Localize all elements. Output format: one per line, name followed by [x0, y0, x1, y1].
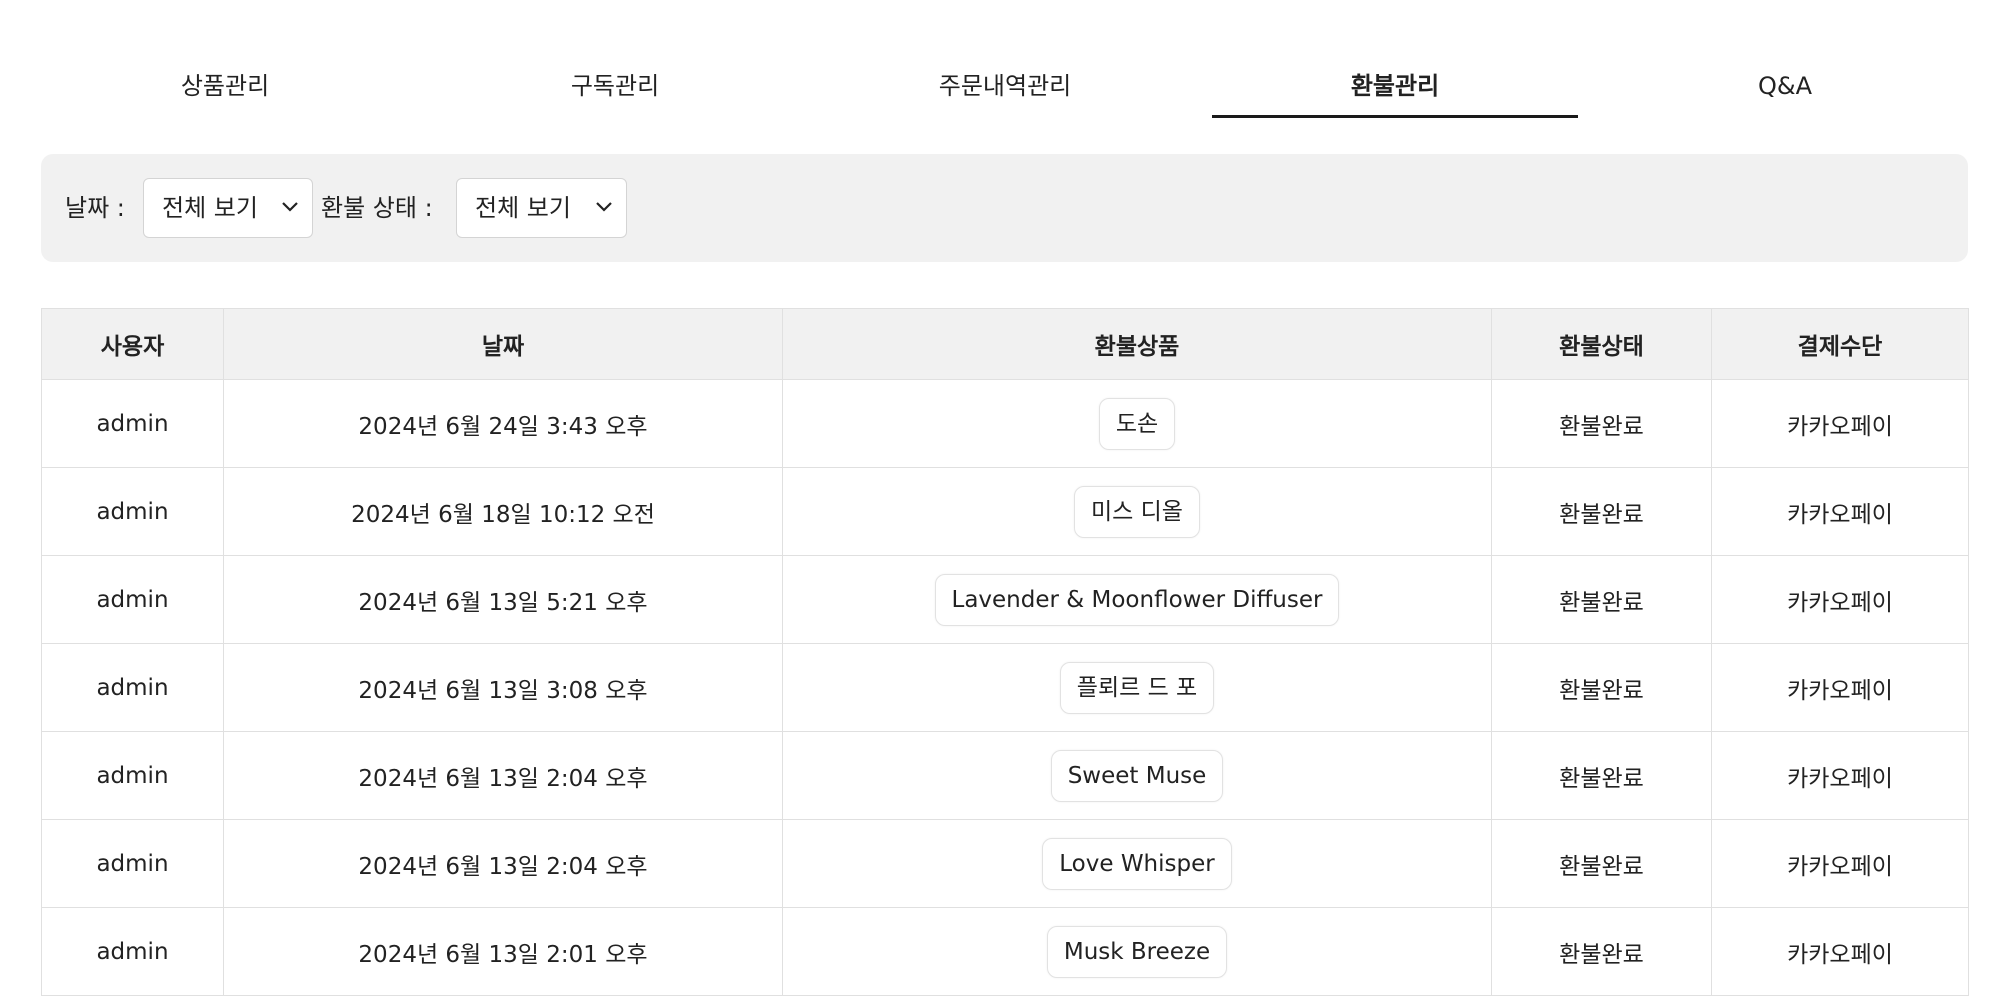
cell-product: Musk Breeze [782, 907, 1492, 996]
admin-tab-bar: 상품관리 구독관리 주문내역관리 환불관리 Q&A [0, 0, 2000, 118]
cell-user: admin [41, 379, 224, 468]
cell-status: 환불완료 [1491, 731, 1712, 820]
cell-date: 2024년 6월 13일 5:21 오후 [223, 555, 783, 644]
cell-payment: 카카오페이 [1711, 731, 1969, 820]
tab-subscription-management[interactable]: 구독관리 [485, 62, 745, 118]
refund-status-filter-value: 전체 보기 [475, 194, 571, 222]
cell-status: 환불완료 [1491, 643, 1712, 732]
date-filter-value: 전체 보기 [162, 194, 258, 222]
cell-product: Sweet Muse [782, 731, 1492, 820]
column-header-refund-product: 환불상품 [782, 308, 1492, 380]
table-row: admin 2024년 6월 13일 5:21 오후 Lavender & Mo… [41, 555, 1969, 644]
column-header-payment-method: 결제수단 [1711, 308, 1969, 380]
cell-date: 2024년 6월 24일 3:43 오후 [223, 379, 783, 468]
cell-payment: 카카오페이 [1711, 467, 1969, 556]
cell-product: Love Whisper [782, 819, 1492, 908]
table-row: admin 2024년 6월 13일 3:08 오후 플뢰르 드 포 환불완료 … [41, 643, 1969, 732]
product-chip[interactable]: 플뢰르 드 포 [1059, 661, 1215, 714]
cell-user: admin [41, 467, 224, 556]
cell-payment: 카카오페이 [1711, 907, 1969, 996]
cell-payment: 카카오페이 [1711, 643, 1969, 732]
product-chip[interactable]: Sweet Muse [1050, 749, 1224, 802]
product-chip[interactable]: Musk Breeze [1046, 925, 1228, 978]
product-chip[interactable]: Love Whisper [1042, 837, 1232, 890]
cell-user: admin [41, 643, 224, 732]
cell-payment: 카카오페이 [1711, 379, 1969, 468]
cell-user: admin [41, 731, 224, 820]
cell-payment: 카카오페이 [1711, 819, 1969, 908]
date-filter-select[interactable]: 전체 보기 [143, 178, 313, 238]
tab-order-management[interactable]: 주문내역관리 [875, 62, 1135, 118]
cell-product: Lavender & Moonflower Diffuser [782, 555, 1492, 644]
cell-date: 2024년 6월 13일 2:04 오후 [223, 731, 783, 820]
product-chip[interactable]: 미스 디올 [1074, 485, 1200, 538]
refund-status-filter-select[interactable]: 전체 보기 [456, 178, 627, 238]
cell-status: 환불완료 [1491, 819, 1712, 908]
cell-status: 환불완료 [1491, 379, 1712, 468]
product-chip[interactable]: 도손 [1098, 397, 1176, 450]
cell-status: 환불완료 [1491, 467, 1712, 556]
cell-date: 2024년 6월 13일 2:04 오후 [223, 819, 783, 908]
refund-table: 사용자 날짜 환불상품 환불상태 결제수단 admin 2024년 6월 24일… [41, 308, 1969, 996]
cell-date: 2024년 6월 13일 2:01 오후 [223, 907, 783, 996]
cell-payment: 카카오페이 [1711, 555, 1969, 644]
cell-date: 2024년 6월 13일 3:08 오후 [223, 643, 783, 732]
refund-status-filter-label: 환불 상태 : [321, 194, 433, 222]
cell-user: admin [41, 907, 224, 996]
tab-qna[interactable]: Q&A [1655, 62, 1915, 118]
filter-bar: 날짜 : 전체 보기 환불 상태 : 전체 보기 [41, 154, 1968, 262]
table-row: admin 2024년 6월 18일 10:12 오전 미스 디올 환불완료 카… [41, 467, 1969, 556]
date-filter-label: 날짜 : [65, 194, 125, 222]
column-header-user: 사용자 [41, 308, 224, 380]
chevron-down-icon [596, 202, 612, 212]
column-header-refund-status: 환불상태 [1491, 308, 1712, 380]
refund-table-container: 사용자 날짜 환불상품 환불상태 결제수단 admin 2024년 6월 24일… [41, 308, 1969, 996]
table-header-row: 사용자 날짜 환불상품 환불상태 결제수단 [41, 308, 1969, 380]
table-row: admin 2024년 6월 13일 2:04 오후 Sweet Muse 환불… [41, 731, 1969, 820]
cell-product: 도손 [782, 379, 1492, 468]
cell-user: admin [41, 819, 224, 908]
table-row: admin 2024년 6월 13일 2:01 오후 Musk Breeze 환… [41, 907, 1969, 996]
table-row: admin 2024년 6월 13일 2:04 오후 Love Whisper … [41, 819, 1969, 908]
column-header-date: 날짜 [223, 308, 783, 380]
cell-status: 환불완료 [1491, 907, 1712, 996]
product-chip[interactable]: Lavender & Moonflower Diffuser [934, 573, 1340, 626]
table-row: admin 2024년 6월 24일 3:43 오후 도손 환불완료 카카오페이 [41, 379, 1969, 468]
cell-product: 플뢰르 드 포 [782, 643, 1492, 732]
cell-user: admin [41, 555, 224, 644]
chevron-down-icon [282, 202, 298, 212]
tab-product-management[interactable]: 상품관리 [95, 62, 355, 118]
cell-date: 2024년 6월 18일 10:12 오전 [223, 467, 783, 556]
cell-status: 환불완료 [1491, 555, 1712, 644]
cell-product: 미스 디올 [782, 467, 1492, 556]
tab-refund-management[interactable]: 환불관리 [1212, 62, 1578, 118]
